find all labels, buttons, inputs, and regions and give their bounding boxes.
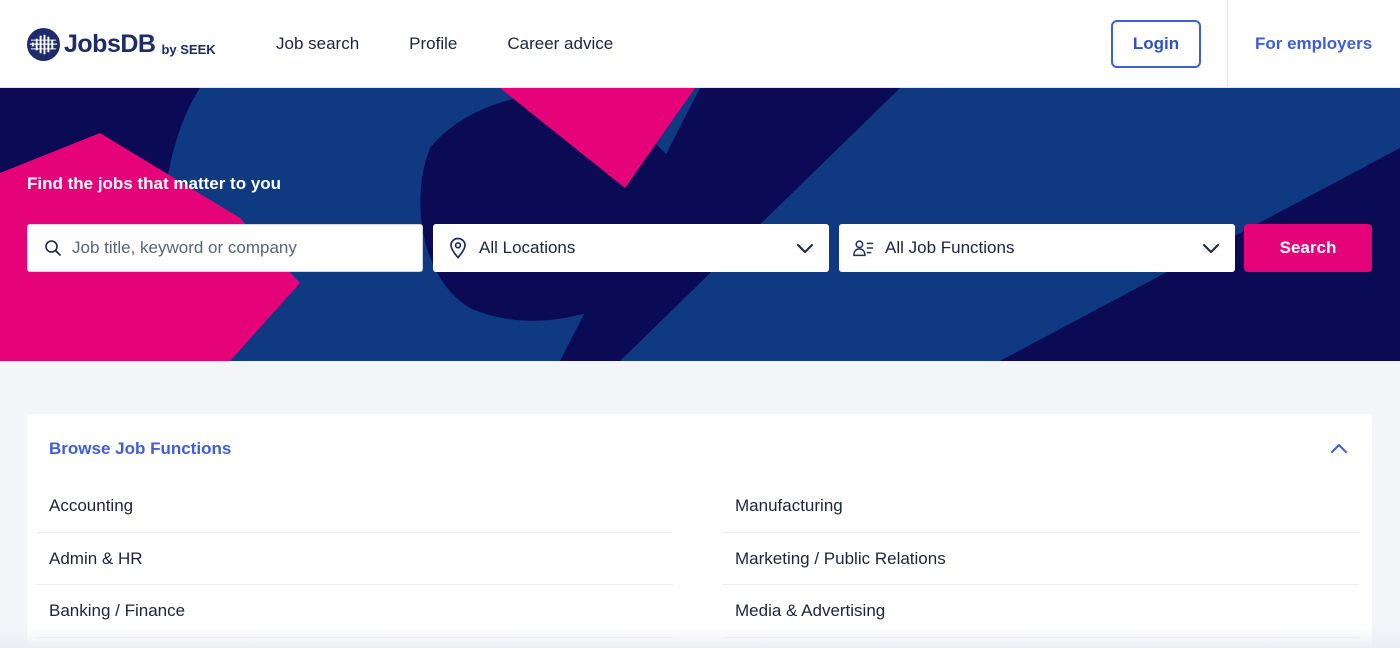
browse-title[interactable]: Browse Job Functions	[49, 439, 231, 459]
job-function-marketing-pr[interactable]: Marketing / Public Relations	[723, 533, 1359, 585]
globe-logo-icon	[26, 27, 61, 61]
nav-career-advice[interactable]: Career advice	[507, 34, 613, 54]
nav-profile[interactable]: Profile	[409, 34, 457, 54]
job-function-accounting[interactable]: Accounting	[37, 480, 673, 533]
jobsdb-logo[interactable]: JobsDB by SEEK	[26, 27, 216, 61]
location-select[interactable]: All Locations	[433, 224, 829, 272]
location-pin-icon	[447, 237, 469, 259]
location-select-value: All Locations	[479, 238, 576, 257]
keyword-search-input[interactable]	[72, 238, 402, 258]
job-functions-right-column: Manufacturing Marketing / Public Relatio…	[723, 480, 1359, 638]
job-function-select-value: All Job Functions	[885, 238, 1015, 257]
browse-job-functions-panel: Browse Job Functions Accounting Admin & …	[27, 414, 1372, 648]
chevron-down-icon	[797, 244, 813, 253]
nav-job-search[interactable]: Job search	[276, 34, 359, 54]
search-button[interactable]: Search	[1244, 224, 1372, 272]
job-functions-left-column: Accounting Admin & HR Banking / Finance	[37, 480, 673, 638]
chevron-up-icon[interactable]	[1328, 438, 1350, 460]
job-function-icon	[853, 237, 875, 259]
search-icon	[45, 240, 61, 256]
logo-by-seek: by SEEK	[161, 41, 216, 57]
bottom-fade	[0, 628, 1400, 648]
job-function-select[interactable]: All Job Functions	[839, 224, 1235, 272]
top-header: JobsDB by SEEK Job search Profile Career…	[0, 0, 1400, 88]
hero-banner: Find the jobs that matter to you All Loc…	[0, 88, 1400, 361]
job-function-manufacturing[interactable]: Manufacturing	[723, 480, 1359, 533]
keyword-search-box[interactable]	[27, 224, 423, 272]
job-function-admin-hr[interactable]: Admin & HR	[37, 533, 673, 585]
for-employers-link[interactable]: For employers	[1255, 34, 1372, 54]
logo-wordmark: JobsDB	[64, 29, 156, 58]
chevron-down-icon	[1203, 244, 1219, 253]
hero-title: Find the jobs that matter to you	[27, 174, 282, 193]
main-nav: Job search Profile Career advice	[276, 34, 663, 54]
login-button[interactable]: Login	[1111, 20, 1201, 68]
header-divider	[1227, 0, 1228, 88]
